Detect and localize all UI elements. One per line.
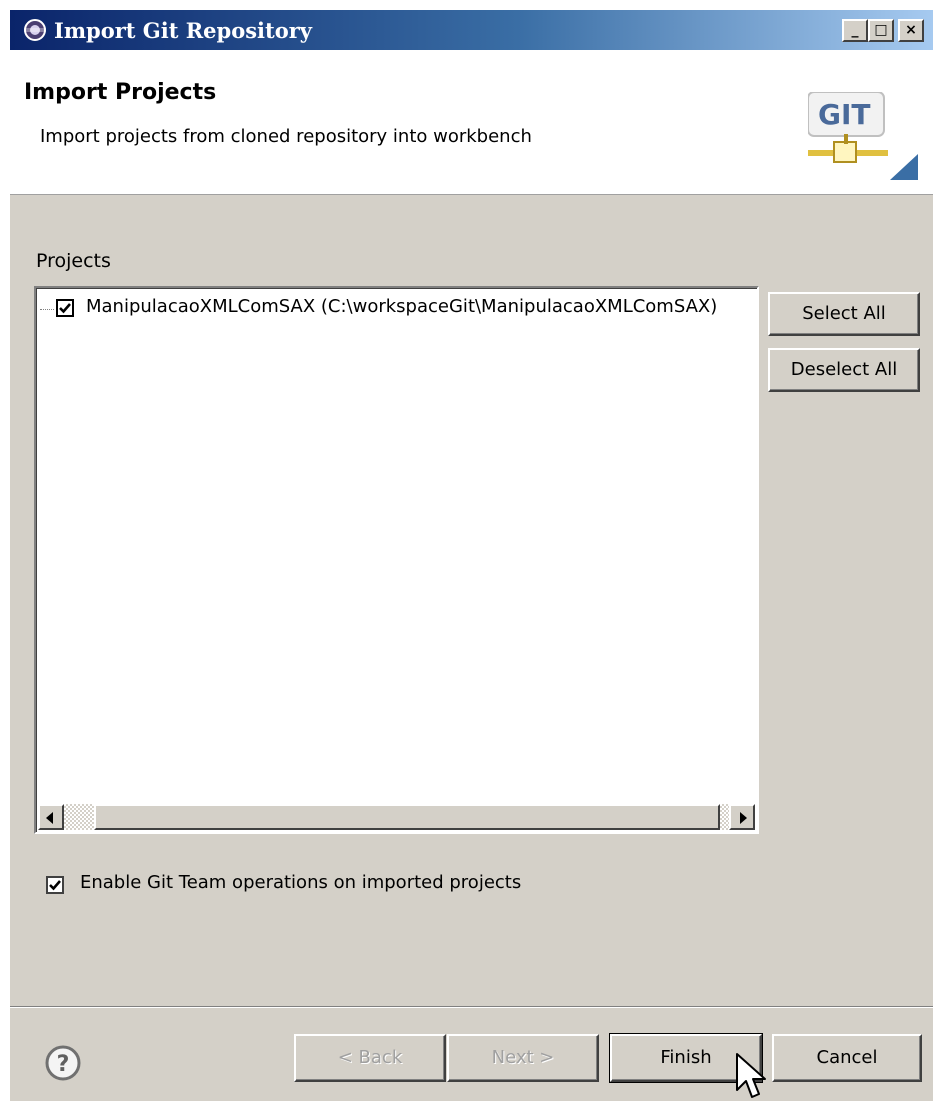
arrow-left-icon — [46, 812, 53, 824]
window-title: Import Git Repository — [54, 18, 313, 43]
close-icon: × — [905, 22, 917, 38]
project-label: ManipulacaoXMLComSAX (C:\workspaceGit\Ma… — [86, 296, 718, 317]
close-button[interactable]: × — [898, 19, 924, 42]
checkmark-icon — [49, 880, 61, 891]
back-button[interactable]: < Back — [294, 1034, 446, 1082]
help-icon[interactable]: ? — [44, 1044, 82, 1082]
footer-separator — [10, 1006, 933, 1008]
title-bar[interactable]: Import Git Repository _ □ × — [10, 10, 933, 50]
enable-git-label: Enable Git Team operations on imported p… — [80, 872, 522, 893]
wizard-header: Import Projects Import projects from clo… — [10, 50, 933, 195]
projects-tree[interactable]: ManipulacaoXMLComSAX (C:\workspaceGit\Ma… — [34, 286, 759, 834]
enable-git-checkbox[interactable] — [46, 876, 64, 894]
page-description: Import projects from cloned repository i… — [40, 126, 532, 147]
scroll-left-button[interactable] — [38, 804, 64, 830]
minimize-icon: _ — [851, 22, 859, 38]
select-all-button[interactable]: Select All — [768, 292, 920, 336]
mouse-pointer-icon — [736, 1053, 766, 1098]
git-logo-icon: GIT — [808, 92, 918, 180]
maximize-button[interactable]: □ — [868, 19, 894, 42]
next-button[interactable]: Next > — [447, 1034, 599, 1082]
deselect-all-button[interactable]: Deselect All — [768, 348, 920, 392]
eclipse-app-icon — [22, 18, 48, 42]
tree-connector — [40, 309, 54, 310]
git-logo-text: GIT — [818, 98, 871, 131]
project-checkbox[interactable] — [56, 299, 74, 317]
svg-text:?: ? — [57, 1052, 70, 1077]
cancel-button[interactable]: Cancel — [772, 1034, 922, 1082]
scroll-right-button[interactable] — [729, 804, 755, 830]
arrow-right-icon — [740, 812, 747, 824]
horizontal-scrollbar[interactable] — [38, 804, 755, 830]
projects-label: Projects — [36, 250, 111, 272]
scroll-thumb[interactable] — [94, 804, 720, 830]
checkmark-icon — [59, 303, 71, 314]
minimize-button[interactable]: _ — [842, 19, 868, 42]
page-title: Import Projects — [24, 80, 217, 105]
maximize-icon: □ — [874, 22, 888, 38]
import-git-repository-dialog: Import Git Repository _ □ × Import Proje… — [8, 8, 933, 1101]
